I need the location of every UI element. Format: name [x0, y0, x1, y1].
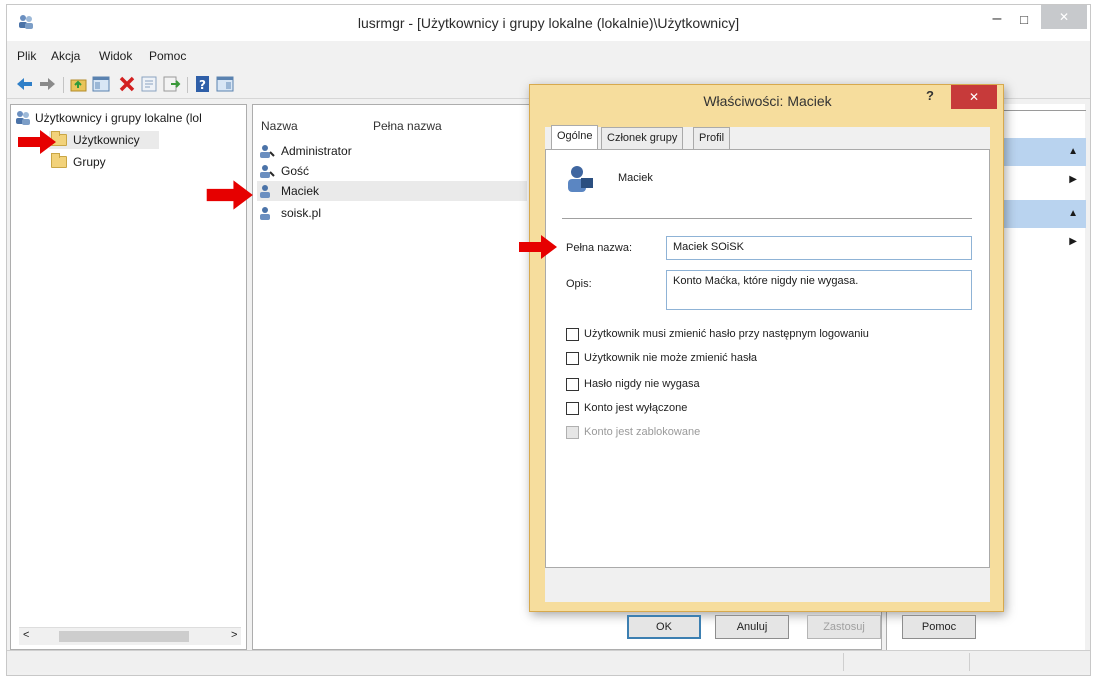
delete-icon[interactable] [117, 75, 137, 93]
checkbox-label: Hasło nigdy nie wygasa [584, 378, 700, 390]
more-actions-arrow-icon[interactable]: ▶ [1069, 236, 1077, 247]
account-name: Maciek [618, 172, 653, 184]
minimize-button[interactable]: – [985, 9, 1009, 31]
menu-akcja[interactable]: Akcja [51, 49, 80, 63]
apply-button: Zastosuj [807, 615, 881, 639]
full-name-input[interactable]: Maciek SOiSK [666, 236, 972, 260]
menu-plik[interactable]: Plik [17, 49, 36, 63]
checkbox[interactable] [566, 328, 579, 341]
up-folder-icon[interactable] [69, 75, 89, 93]
checkbox-label: Konto jest zablokowane [584, 426, 701, 438]
more-actions-arrow-icon[interactable]: ▶ [1069, 174, 1077, 185]
tab-profil[interactable]: Profil [693, 127, 731, 149]
list-item-label: soisk.pl [281, 206, 322, 220]
folder-icon [51, 153, 67, 168]
collapse-arrow-icon[interactable]: ▲ [1068, 146, 1078, 157]
dialog-body: Ogólne Członek grupy Profil Maciek Pełna… [545, 125, 990, 639]
close-button[interactable]: ✕ [1041, 5, 1087, 29]
svg-text:?: ? [199, 78, 206, 92]
help-button[interactable]: Pomoc [902, 615, 976, 639]
scroll-left-arrow[interactable]: < [23, 629, 29, 641]
tree-root-label: Użytkownicy i grupy lokalne (lol [35, 111, 202, 125]
console-icon[interactable] [215, 75, 235, 93]
scroll-right-arrow[interactable]: > [231, 629, 237, 641]
collapse-arrow-icon[interactable]: ▲ [1068, 208, 1078, 219]
forward-icon[interactable] [37, 75, 57, 93]
tab-ogolne[interactable]: Ogólne [551, 125, 599, 150]
column-header-nazwa[interactable]: Nazwa [261, 119, 298, 133]
scrollbar-thumb[interactable] [59, 631, 189, 642]
checkbox [566, 426, 579, 439]
user-icon [260, 165, 275, 178]
show-tree-icon[interactable] [91, 75, 111, 93]
cancel-button[interactable]: Anuluj [715, 615, 789, 639]
title-bar[interactable]: lusrmgr - [Użytkownicy i grupy lokalne (… [7, 5, 1090, 41]
status-bar [7, 650, 1090, 672]
properties-dialog: Właściwości: Maciek ? ✕ Ogólne Członek g… [529, 84, 1004, 639]
menu-bar: Plik Akcja Widok Pomoc [7, 49, 1090, 69]
list-item[interactable]: Administrator [257, 141, 527, 161]
user-icon [260, 207, 270, 220]
list-item-label: Maciek [281, 184, 320, 198]
menu-widok[interactable]: Widok [99, 49, 132, 63]
full-name-label: Pełna nazwa: [566, 242, 633, 254]
maximize-button[interactable]: □ [1011, 9, 1037, 31]
annotation-arrow-icon [519, 235, 557, 259]
dialog-help-button[interactable]: ? [920, 88, 940, 108]
tab-panel-general: Maciek Pełna nazwa: Maciek SOiSK Opis: K… [545, 149, 990, 568]
dialog-close-button[interactable]: ✕ [951, 85, 997, 109]
checkbox-label: Konto jest wyłączone [584, 402, 688, 414]
checkbox[interactable] [566, 378, 579, 391]
tree-item-label: Grupy [73, 155, 106, 169]
user-icon [260, 145, 275, 158]
list-item[interactable]: Gość [257, 161, 527, 181]
window-title: lusrmgr - [Użytkownicy i grupy lokalne (… [357, 15, 740, 31]
list-item[interactable]: soisk.pl [257, 203, 527, 223]
back-icon[interactable] [15, 75, 35, 93]
checkbox[interactable] [566, 402, 579, 415]
checkbox-label: Użytkownik nie może zmienić hasła [584, 352, 758, 364]
user-icon [260, 185, 270, 198]
properties-icon[interactable] [139, 75, 159, 93]
menu-pomoc[interactable]: Pomoc [149, 49, 186, 63]
help-icon[interactable]: ? [193, 75, 213, 93]
list-item-label: Administrator [281, 144, 352, 158]
list-item-selected[interactable]: Maciek [257, 181, 527, 201]
divider [562, 218, 972, 219]
tree-horizontal-scrollbar[interactable]: < > [19, 627, 241, 645]
users-groups-icon [16, 111, 30, 125]
description-input[interactable]: Konto Maćka, które nigdy nie wygasa. [666, 270, 972, 310]
list-item-label: Gość [281, 164, 310, 178]
annotation-arrow-icon [18, 130, 56, 154]
description-label: Opis: [566, 278, 592, 290]
column-header-pelna-nazwa[interactable]: Pełna nazwa [373, 119, 442, 133]
export-icon[interactable] [161, 75, 181, 93]
tree-item-label: Użytkownicy [73, 133, 140, 147]
tab-czlonek-grupy[interactable]: Członek grupy [601, 127, 684, 149]
checkbox-label: Użytkownik musi zmienić hasło przy nastę… [584, 328, 869, 340]
checkbox[interactable] [566, 352, 579, 365]
user-icon [566, 164, 594, 194]
annotation-arrow-icon [206, 180, 253, 210]
tree-item-uzytkownicy[interactable]: Użytkownicy [49, 131, 159, 149]
ok-button[interactable]: OK [627, 615, 701, 639]
